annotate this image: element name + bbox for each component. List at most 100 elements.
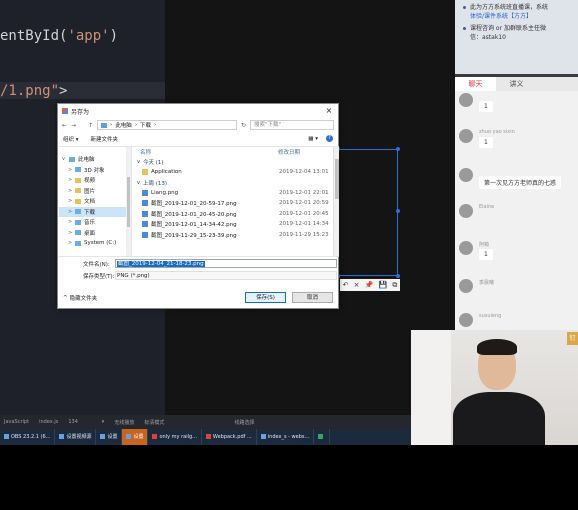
chevron-right-icon: >	[68, 229, 73, 236]
chevron-right-icon: >	[68, 187, 73, 194]
table-row[interactable]: Liang.png 2019-12-01 22:01	[132, 188, 339, 199]
search-input[interactable]: 搜索"下载"	[250, 120, 334, 130]
capture-selection[interactable]	[338, 149, 398, 276]
close-button[interactable]: ×	[320, 104, 338, 118]
table-row[interactable]: 截图_2019-12-01_20-59-17.png 2019-12-01 20:…	[132, 198, 339, 209]
breadcrumb-item[interactable]: 下载	[140, 121, 151, 129]
picture-folder-icon	[75, 188, 81, 194]
group-header[interactable]: v 上周 (13)	[132, 178, 339, 188]
nav-item-this-pc[interactable]: v 此电脑	[59, 154, 131, 165]
image-file-icon	[142, 210, 148, 217]
pin-icon[interactable]: 📌	[365, 281, 374, 289]
file-list: 名称 修改日期 v 今天 (1) Application 2019-12-04 13…	[132, 147, 339, 257]
avatar	[459, 93, 473, 107]
taskbar-app[interactable]: 设置	[96, 429, 123, 445]
column-date[interactable]: 修改日期	[278, 148, 300, 156]
taskbar-app[interactable]	[314, 429, 331, 445]
document-folder-icon	[75, 198, 81, 204]
folder-icon	[142, 169, 148, 176]
taskbar-app[interactable]: only my railg...	[148, 429, 202, 445]
hide-folders-toggle[interactable]: ^ 隐藏文件夹	[63, 294, 97, 302]
tab-chat[interactable]: 聊天	[455, 77, 496, 91]
nav-item-desktop[interactable]: > 桌面	[59, 228, 131, 239]
taskbar-app[interactable]: 设置视频源	[55, 429, 97, 445]
nav-item-videos[interactable]: > 视频	[59, 175, 131, 186]
up-icon[interactable]: ↑	[88, 122, 93, 129]
resize-handle[interactable]	[396, 147, 400, 151]
breadcrumb-item[interactable]: 此电脑	[115, 121, 132, 129]
avatar	[459, 168, 473, 182]
pin-badge[interactable]: 钉	[567, 332, 578, 345]
resize-handle[interactable]	[396, 209, 400, 213]
taskbar-app[interactable]: Webpack.pdf ...	[202, 429, 257, 445]
webcam-overlay: 钉	[411, 330, 578, 445]
desktop-icon	[75, 230, 81, 236]
avatar	[459, 313, 473, 327]
chevron-right-icon: >	[68, 208, 73, 215]
app-icon	[62, 108, 68, 114]
filetype-label: 保存类型(T):	[83, 273, 115, 280]
save-fields: 文件名(N): 截图_2019-12-04_21-18-23.png 保存类型(…	[59, 256, 339, 280]
image-file-icon	[142, 221, 148, 228]
chevron-right-icon: >	[68, 177, 73, 184]
tab-handout[interactable]: 讲义	[496, 77, 537, 91]
tab-extra[interactable]	[537, 77, 578, 91]
play-icon[interactable]: ⏵	[102, 419, 105, 425]
table-row[interactable]: 截图_2019-12-01_14-34-42.png 2019-12-01 14:…	[132, 219, 339, 230]
breadcrumb[interactable]: › 此电脑 › 下载 ›	[97, 120, 237, 130]
cancel-button[interactable]: 取消	[292, 292, 333, 303]
app-icon	[126, 434, 132, 439]
cube-icon	[75, 167, 81, 173]
scrollbar[interactable]	[333, 147, 339, 257]
table-row[interactable]: 截图_2019-11-29_15-23-39.png 2019-11-29 15:…	[132, 230, 339, 241]
avatar	[459, 241, 473, 255]
drive-icon	[75, 240, 81, 246]
column-name[interactable]: 名称	[140, 148, 278, 156]
organize-button[interactable]: 组织 ▾	[63, 135, 79, 143]
nav-item-system-drive[interactable]: > System (C:)	[59, 238, 131, 249]
close-icon[interactable]: ×	[354, 281, 360, 289]
chevron-right-icon: >	[68, 198, 73, 205]
nav-item-music[interactable]: > 音乐	[59, 217, 131, 228]
chat-messages[interactable]: 1 zhuo yao sixin 1 第一次见方方老师真的七惑 Elaine 阿萌…	[455, 91, 578, 330]
new-folder-button[interactable]: 新建文件夹	[91, 135, 119, 143]
nav-item-3d-objects[interactable]: >3D 对象	[59, 165, 131, 176]
scrollbar[interactable]	[126, 147, 131, 257]
nav-item-documents[interactable]: > 文档	[59, 196, 131, 207]
notice-link[interactable]: 体验/课件系统【方方】	[470, 13, 532, 20]
taskbar-app-active[interactable]: 设置	[122, 429, 149, 445]
dialog-titlebar[interactable]: 另存为 ×	[58, 104, 338, 118]
view-options-icon[interactable]: ▦ ▾	[308, 136, 318, 142]
chat-panel: 此为方方系统班直播课，系统 体验/课件系统【方方】 课程咨询 or 加群联系主任微…	[455, 0, 578, 330]
pdf-icon	[205, 434, 211, 439]
chevron-right-icon: >	[68, 219, 73, 226]
undo-icon[interactable]: ↶	[343, 281, 349, 289]
capture-toolbar: ↶ × 📌 💾 ⧉	[340, 279, 400, 291]
group-header[interactable]: v 今天 (1)	[132, 157, 339, 167]
taskbar-app[interactable]: index_s - webs...	[257, 429, 315, 445]
notice-board: 此为方方系统班直播课，系统 体验/课件系统【方方】 课程咨询 or 加群联系主任微…	[455, 0, 578, 74]
refresh-icon[interactable]: ↻	[241, 122, 246, 129]
save-button[interactable]: 保存(S)	[245, 292, 286, 303]
table-row[interactable]: Application 2019-12-04 13:01	[132, 167, 339, 178]
download-icon	[75, 209, 81, 215]
app-icon	[100, 434, 106, 439]
video-folder-icon	[75, 177, 81, 183]
forward-icon[interactable]: →	[71, 122, 76, 129]
taskbar-app[interactable]: OBS 23.2.1 (6...	[0, 429, 56, 445]
chevron-down-icon: v	[137, 179, 140, 186]
filetype-select[interactable]: PNG (*.png)	[115, 271, 337, 280]
image-file-icon	[142, 231, 148, 238]
chevron-down-icon: v	[137, 159, 140, 165]
copy-icon[interactable]: ⧉	[392, 281, 397, 290]
help-icon[interactable]: ?	[326, 135, 333, 142]
chevron-right-icon: >	[68, 240, 73, 247]
table-row[interactable]: 截图_2019-12-01_20-45-20.png 2019-12-01 20:…	[132, 209, 339, 220]
nav-item-downloads[interactable]: > 下载	[59, 206, 131, 217]
save-icon[interactable]: 💾	[379, 281, 388, 289]
resize-handle[interactable]	[396, 274, 400, 278]
nav-item-pictures[interactable]: > 图片	[59, 186, 131, 197]
back-icon[interactable]: ←	[62, 122, 67, 129]
code-line: entById('app')	[0, 28, 119, 44]
filename-input[interactable]: 截图_2019-12-04_21-18-23.png	[115, 259, 337, 268]
